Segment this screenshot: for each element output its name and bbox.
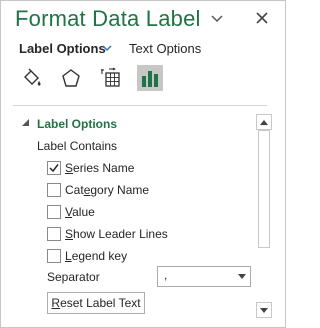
collapse-triangle-icon[interactable] bbox=[21, 118, 31, 128]
separator-label: Separator bbox=[47, 270, 100, 284]
series-name-checkbox[interactable] bbox=[47, 161, 61, 175]
show-leader-lines-label: Show Leader Lines bbox=[65, 227, 168, 241]
close-button[interactable] bbox=[253, 9, 271, 27]
chevron-down-icon bbox=[211, 15, 223, 23]
checkmark-icon bbox=[49, 164, 59, 173]
label-options-tab[interactable] bbox=[137, 65, 163, 91]
scrollbar[interactable] bbox=[256, 114, 272, 318]
legend-key-label: Legend key bbox=[65, 249, 128, 263]
dropdown-arrow-icon bbox=[238, 274, 246, 279]
label-contains-heading: Label Contains bbox=[37, 139, 118, 153]
separator-value: , bbox=[164, 268, 168, 282]
scrollbar-track[interactable] bbox=[256, 130, 272, 302]
triangle-up-icon bbox=[260, 119, 268, 125]
effects-tab[interactable] bbox=[58, 65, 84, 91]
series-name-label: Series Name bbox=[65, 161, 135, 175]
effects-icon bbox=[62, 69, 80, 87]
tab-text-options[interactable]: Text Options bbox=[129, 41, 201, 56]
close-icon bbox=[256, 12, 268, 24]
scrollbar-thumb[interactable] bbox=[258, 130, 270, 248]
separator-select[interactable]: , bbox=[157, 266, 251, 287]
size-properties-icon bbox=[101, 67, 120, 87]
scroll-up-button[interactable] bbox=[256, 114, 272, 130]
reset-label-text-button[interactable]: Reset Label Text bbox=[47, 292, 145, 314]
fill-line-tab[interactable] bbox=[19, 65, 45, 91]
pane-options-button[interactable] bbox=[208, 9, 226, 27]
show-leader-lines-checkbox[interactable] bbox=[47, 227, 61, 241]
fill-line-icon bbox=[24, 68, 41, 86]
legend-key-checkbox[interactable] bbox=[47, 249, 61, 263]
section-title[interactable]: Label Options bbox=[37, 117, 117, 131]
scroll-down-button[interactable] bbox=[256, 302, 272, 318]
value-label: Value bbox=[65, 205, 95, 219]
pane-title: Format Data Label bbox=[15, 6, 201, 31]
format-data-label-pane: Format Data Label Label Options Text Opt… bbox=[0, 0, 286, 328]
value-checkbox[interactable] bbox=[47, 205, 61, 219]
size-properties-tab[interactable] bbox=[98, 65, 124, 91]
triangle-down-icon bbox=[260, 307, 268, 313]
category-name-checkbox[interactable] bbox=[47, 183, 61, 197]
bar-chart-icon bbox=[142, 71, 158, 87]
tab-label-options[interactable]: Label Options bbox=[19, 41, 106, 56]
chevron-down-icon[interactable] bbox=[101, 42, 113, 54]
category-name-label: Category Name bbox=[65, 183, 150, 197]
divider bbox=[13, 105, 267, 106]
